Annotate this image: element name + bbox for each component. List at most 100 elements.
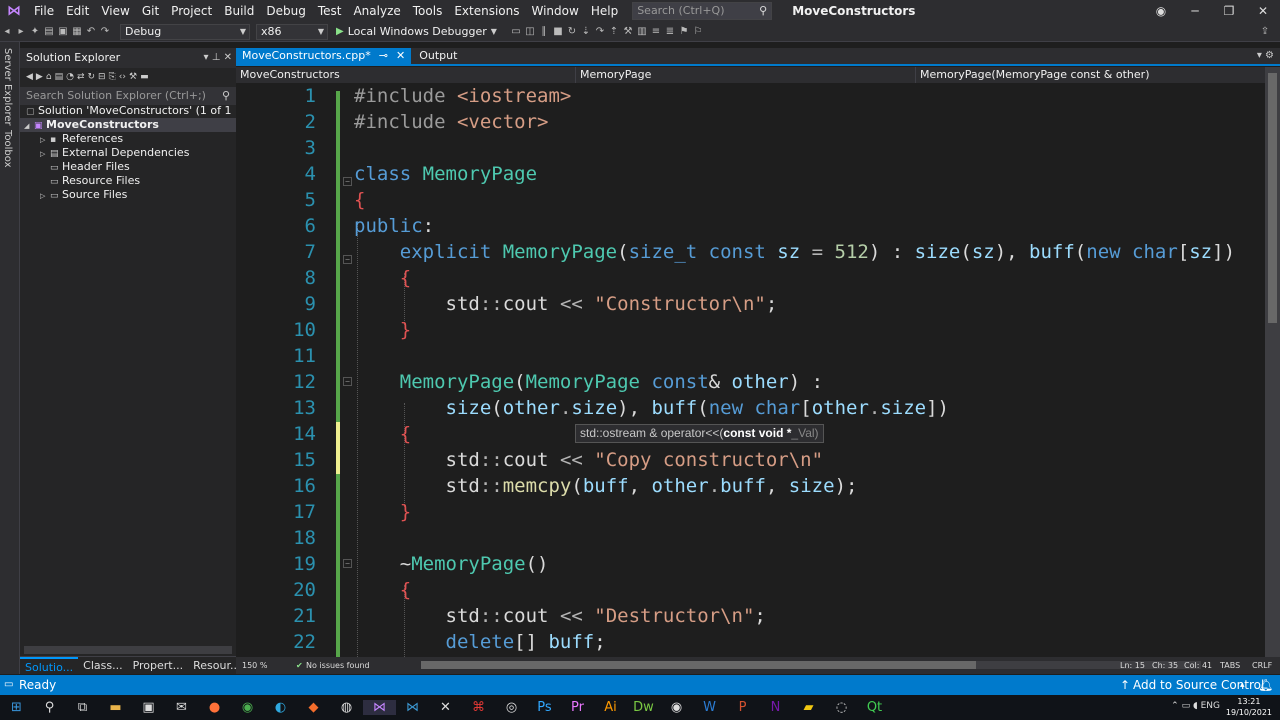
language-indicator[interactable]: ENG	[1201, 701, 1220, 711]
menu-project[interactable]: Project	[165, 0, 218, 22]
pending-changes-icon[interactable]: ◔	[66, 72, 74, 82]
fold-toggle-icon[interactable]: −	[343, 177, 352, 186]
step-over-icon[interactable]: ↷	[593, 26, 607, 37]
scrollbar-thumb[interactable]	[1268, 73, 1277, 323]
menu-debug[interactable]: Debug	[260, 0, 311, 22]
collapse-all-icon[interactable]: ⊟	[98, 72, 106, 82]
type-scope-dropdown[interactable]: MemoryPage	[576, 67, 916, 83]
menu-view[interactable]: View	[95, 0, 135, 22]
tab-solution-explorer[interactable]: Solutio...	[20, 657, 79, 674]
volume-icon[interactable]: ◖	[1193, 701, 1198, 711]
layout-icon[interactable]: ▥	[635, 26, 649, 37]
pause-icon[interactable]: ∥	[537, 26, 551, 37]
fold-toggle-icon[interactable]: −	[343, 559, 352, 568]
show-all-files-icon[interactable]: ⎘	[109, 72, 116, 82]
github-icon[interactable]: ◎	[495, 700, 528, 715]
undo-icon[interactable]: ↶	[84, 26, 98, 37]
forward-icon[interactable]: ▸	[14, 26, 28, 37]
menu-git[interactable]: Git	[136, 0, 165, 22]
onenote-icon[interactable]: N	[759, 700, 792, 715]
vscode-icon[interactable]: ⋈	[396, 700, 429, 715]
next-bookmark-icon[interactable]: ⚐	[691, 26, 705, 37]
save-icon[interactable]: ▣	[56, 26, 70, 37]
menu-tools[interactable]: Tools	[407, 0, 449, 22]
firefox-icon[interactable]: ●	[198, 700, 231, 715]
tab-property-manager[interactable]: Propert...	[128, 657, 189, 674]
code-line[interactable]: }	[354, 317, 411, 343]
app-icon[interactable]: ◍	[330, 700, 363, 715]
restore-button[interactable]: ❐	[1212, 0, 1246, 22]
tree-resource-files[interactable]: ▭ Resource Files	[20, 174, 236, 188]
code-line[interactable]: ~MemoryPage()	[354, 551, 549, 577]
code-line[interactable]: explicit MemoryPage(size_t const sz = 51…	[354, 239, 1235, 265]
menu-edit[interactable]: Edit	[60, 0, 95, 22]
code-line[interactable]: std::memcpy(buff, other.buff, size);	[354, 473, 858, 499]
minimize-button[interactable]: ─	[1178, 0, 1212, 22]
browser-icon[interactable]: ◌	[825, 700, 858, 715]
word-icon[interactable]: W	[693, 700, 726, 715]
fold-toggle-icon[interactable]: −	[343, 377, 352, 386]
code-line[interactable]: #include <iostream>	[354, 83, 571, 109]
code-line[interactable]: {	[354, 421, 411, 447]
network-icon[interactable]: ▭	[1182, 701, 1191, 711]
code-line[interactable]: std::cout << "Copy constructor\n"	[354, 447, 824, 473]
illustrator-icon[interactable]: Ai	[594, 700, 627, 715]
code-line[interactable]: MemoryPage(MemoryPage const& other) :	[354, 369, 823, 395]
taskbar-clock[interactable]: 13:21 19/10/2021	[1226, 696, 1272, 718]
menu-test[interactable]: Test	[312, 0, 348, 22]
toolbox-tab[interactable]: Toolbox	[2, 130, 13, 168]
code-line[interactable]: {	[354, 187, 365, 213]
media-player-icon[interactable]: ◆	[297, 700, 330, 715]
step-into-icon[interactable]: ⇣	[579, 26, 593, 37]
pin-icon[interactable]: ⊥	[212, 52, 221, 63]
notes-icon[interactable]: ▰	[792, 700, 825, 715]
camera-icon[interactable]: ◫	[523, 26, 537, 37]
back-icon[interactable]: ◀	[26, 72, 33, 82]
member-scope-dropdown[interactable]: MemoryPage(MemoryPage const & other)	[916, 67, 1266, 83]
unreal-icon[interactable]: ◉	[660, 700, 693, 715]
photoshop-icon[interactable]: Ps	[528, 700, 561, 715]
home-icon[interactable]: ⌂	[46, 72, 52, 82]
pin-icon[interactable]: ⊸	[379, 48, 388, 64]
scrollbar-thumb[interactable]	[421, 661, 976, 669]
preview-icon[interactable]: ▬	[140, 72, 149, 82]
code-line[interactable]: }	[354, 499, 411, 525]
tray-chevron-icon[interactable]: ⌃	[1171, 701, 1179, 711]
refresh-icon[interactable]: ↻	[87, 72, 95, 82]
tab-output[interactable]: Output	[411, 48, 465, 64]
chrome-icon[interactable]: ◉	[231, 700, 264, 715]
tab-class-view[interactable]: Class...	[78, 657, 127, 674]
indentation-indicator[interactable]: TABS	[1220, 657, 1240, 674]
menu-build[interactable]: Build	[218, 0, 260, 22]
edge-icon[interactable]: ◐	[264, 700, 297, 715]
start-debugging-button[interactable]: ▶ Local Windows Debugger ▼	[336, 25, 497, 38]
premiere-icon[interactable]: Pr	[561, 700, 594, 715]
menu-file[interactable]: File	[28, 0, 60, 22]
code-line[interactable]: size(other.size), buff(new char[other.si…	[354, 395, 950, 421]
windows-start-icon[interactable]: ⊞	[0, 700, 33, 715]
sync-icon[interactable]: ⇄	[77, 72, 85, 82]
account-icon[interactable]: ◉	[1144, 0, 1178, 22]
platform-select[interactable]: x86 ▼	[256, 23, 328, 40]
code-line[interactable]: std::cout << "Destructor\n";	[354, 603, 766, 629]
visual-studio-icon[interactable]: ⋈	[363, 700, 396, 715]
folder-icon[interactable]: ▭	[509, 26, 523, 37]
acrobat-icon[interactable]: ⌘	[462, 700, 495, 715]
restart-icon[interactable]: ↻	[565, 26, 579, 37]
code-icon[interactable]: ‹›	[119, 72, 126, 82]
task-view-icon[interactable]: ⧉	[66, 700, 99, 715]
uncomment-icon[interactable]: ≣	[663, 26, 677, 37]
project-scope-dropdown[interactable]: MoveConstructors	[236, 67, 576, 83]
issues-indicator[interactable]: No issues found	[306, 657, 370, 674]
bookmark-icon[interactable]: ⚑	[677, 26, 691, 37]
tree-source-files[interactable]: ▷ ▭ Source Files	[20, 188, 236, 202]
tree-project[interactable]: ◢ ▣ MoveConstructors	[20, 118, 236, 132]
code-line[interactable]: public:	[354, 213, 434, 239]
char-indicator[interactable]: Ch: 35	[1152, 657, 1178, 674]
tab-moveconstructors-cpp[interactable]: MoveConstructors.cpp* ⊸ ✕	[236, 48, 412, 64]
stop-icon[interactable]: ■	[551, 26, 565, 37]
code-line[interactable]: class MemoryPage	[354, 161, 537, 187]
diagnostics-icon[interactable]: ⚒	[621, 26, 635, 37]
search-icon[interactable]: ⚲	[33, 700, 66, 715]
notifications-icon[interactable]: 🔔︎	[1258, 675, 1273, 695]
